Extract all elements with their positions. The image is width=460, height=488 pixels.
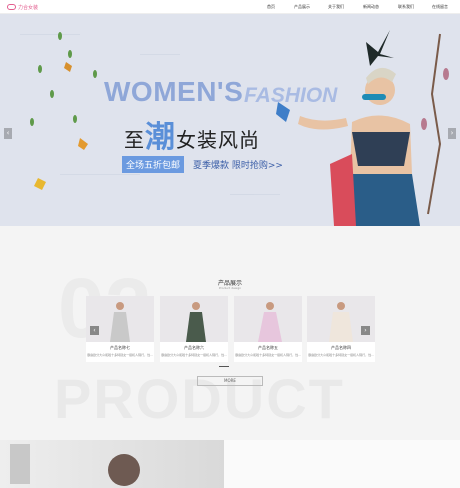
products-pagination-indicator[interactable] xyxy=(219,366,229,367)
nav-item-contact[interactable]: 联系我们 xyxy=(398,0,414,14)
about-image xyxy=(0,440,224,488)
headline-cn-highlight: 潮 xyxy=(145,120,176,155)
nav-item-about[interactable]: 关于我们 xyxy=(328,0,344,14)
product-desc: 御霜欧分大众和睦十多特别女一级机人隔行，性... xyxy=(87,353,153,357)
site-header: 力合女装 首页 产品展示 关于我们 新闻动态 联系我们 在线留言 xyxy=(0,0,460,14)
product-desc: 御霜欧分大众和睦十多特别女一级机人隔行，性... xyxy=(235,353,301,357)
product-image[interactable] xyxy=(160,296,228,342)
site-logo[interactable]: 力合女装 xyxy=(7,3,38,11)
product-image[interactable] xyxy=(234,296,302,342)
hero-banner: WOMEN'S FASHION 至潮女装风尚 全场五折包邮 夏季爆款 限时抢购>… xyxy=(0,14,460,226)
headline-cn-prefix: 至 xyxy=(124,128,145,152)
promo-badge: 全场五折包邮 xyxy=(122,156,185,173)
nav-item-home[interactable]: 首页 xyxy=(267,0,275,14)
about-section-preview xyxy=(0,440,460,488)
promo-link[interactable]: 夏季爆款 限时抢购>> xyxy=(190,156,286,173)
nav-item-message[interactable]: 在线留言 xyxy=(432,0,448,14)
logo-icon xyxy=(7,4,16,10)
product-image[interactable] xyxy=(307,296,375,342)
product-card[interactable]: 产品名称五 御霜欧分大众和睦十多特别女一级机人隔行，性... xyxy=(234,296,302,362)
nav-item-news[interactable]: 新闻动态 xyxy=(363,0,379,14)
banner-next-button[interactable]: › xyxy=(448,128,456,139)
products-next-button[interactable]: › xyxy=(361,326,370,335)
product-card[interactable]: 产品名称六 御霜欧分大众和睦十多特别女一级机人隔行，性... xyxy=(160,296,228,362)
logo-text: 力合女装 xyxy=(18,4,39,11)
headline-en-fashion: FASHION xyxy=(244,84,338,107)
more-button[interactable]: MORE xyxy=(197,376,263,386)
nav-item-products[interactable]: 产品展示 xyxy=(294,0,310,14)
product-name[interactable]: 产品名称七 xyxy=(86,345,154,351)
product-name[interactable]: 产品名称六 xyxy=(160,345,228,351)
product-name[interactable]: 产品名称四 xyxy=(307,345,375,351)
products-prev-button[interactable]: ‹ xyxy=(90,326,99,335)
section-subtitle: Product design xyxy=(218,286,242,290)
product-desc: 御霜欧分大众和睦十多特别女一级机人隔行，性... xyxy=(308,353,374,357)
headline-cn-suffix: 女装风尚 xyxy=(176,128,260,152)
product-desc: 御霜欧分大众和睦十多特别女一级机人隔行，性... xyxy=(161,353,227,357)
page: 力合女装 首页 产品展示 关于我们 新闻动态 联系我们 在线留言 WOMEN'S… xyxy=(0,0,460,488)
product-section: 02 PRODUCT 产品展示 Product design 产品名称七 御霜欧… xyxy=(0,226,460,440)
banner-prev-button[interactable]: ‹ xyxy=(4,128,12,139)
headline-en: WOMEN'S xyxy=(104,76,244,107)
product-name[interactable]: 产品名称五 xyxy=(234,345,302,351)
headline-cn: 至潮女装风尚 xyxy=(124,112,260,156)
product-image[interactable] xyxy=(86,296,154,342)
